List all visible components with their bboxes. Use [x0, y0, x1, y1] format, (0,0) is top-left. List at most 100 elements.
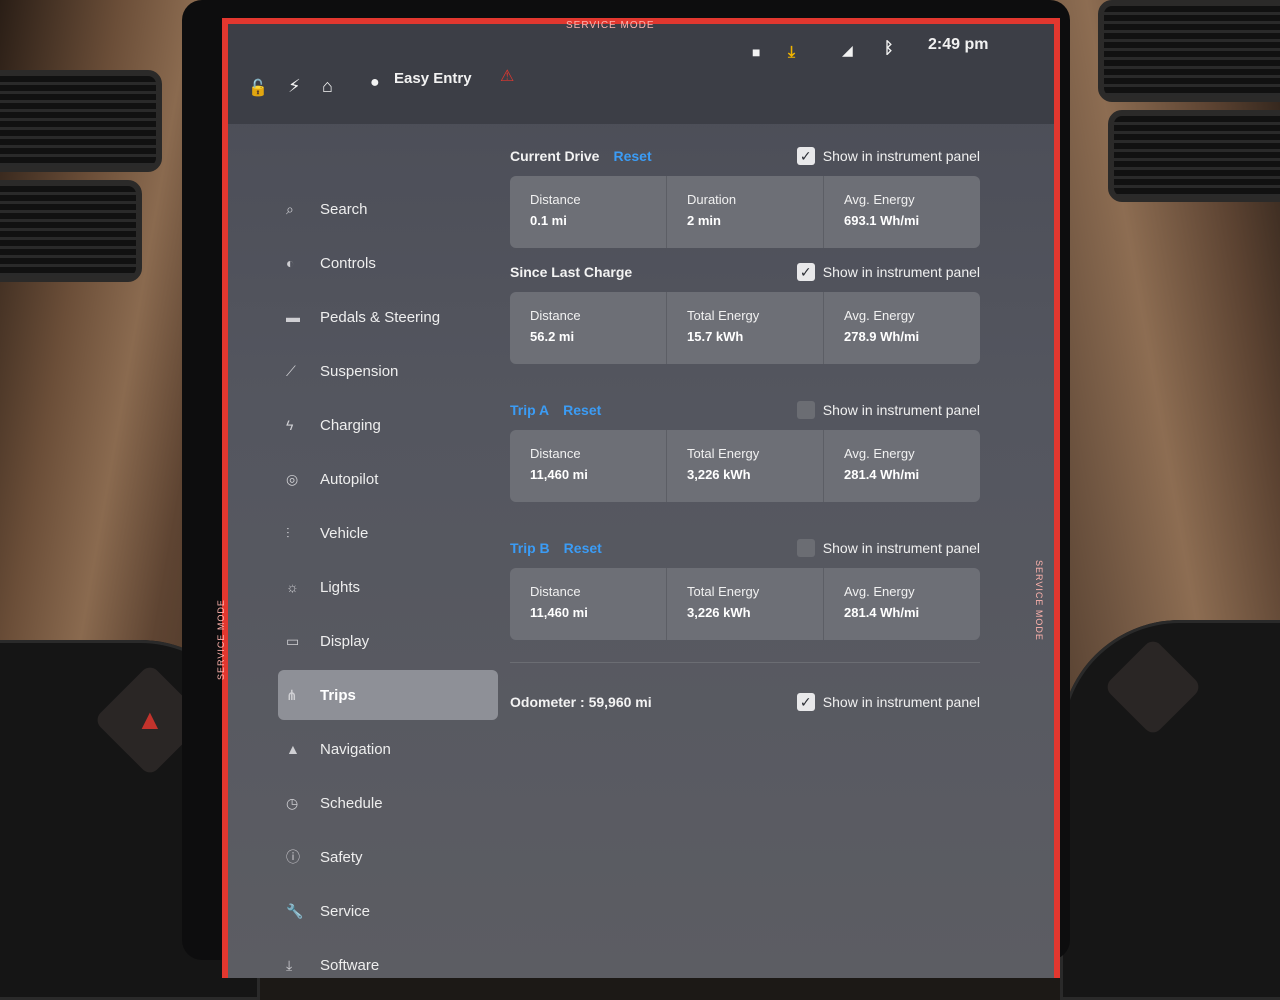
service-mode-label: SERVICE MODE: [216, 599, 226, 680]
checkbox-label: Show in instrument panel: [822, 694, 980, 710]
no-signal-icon: ◢: [842, 42, 853, 58]
stat-label: Distance: [530, 192, 581, 207]
stat-cell: Avg. Energy 278.9 Wh/mi: [824, 292, 980, 364]
camera-icon[interactable]: ■: [752, 44, 760, 60]
sidebar-item-trips[interactable]: ⋔ Trips: [278, 670, 498, 720]
reset-button[interactable]: Reset: [563, 402, 601, 418]
show-in-panel-checkbox[interactable]: ✓ Show in instrument panel: [796, 147, 980, 165]
sidebar-item-suspension[interactable]: ⟋ Suspension: [278, 346, 498, 396]
checkbox-label: Show in instrument panel: [822, 148, 980, 164]
checkbox-box: [796, 539, 815, 557]
touchscreen: 🔓 ⚡ ⌂ ● Easy Entry ⚠ ■ ⤓ ◢ ᛒ 2:49 pm ⌕ Se…: [222, 18, 1060, 978]
stat-value: 0.1 mi: [530, 213, 567, 228]
stat-label: Total Energy: [687, 308, 760, 323]
reset-button[interactable]: Reset: [613, 148, 651, 164]
info-icon: ⓘ: [286, 849, 300, 865]
sidebar-item-lights[interactable]: ☼ Lights: [278, 562, 498, 612]
stat-label: Total Energy: [687, 446, 760, 461]
sidebar-item-label: Trips: [320, 686, 356, 704]
current-drive-card: Distance 0.1 mi Duration 2 min Avg. Energy…: [510, 176, 980, 248]
sun-icon: ☼: [286, 579, 299, 595]
sidebar-item-schedule[interactable]: ◷ Schedule: [278, 778, 498, 828]
sidebar-item-label: Software: [320, 956, 380, 974]
trip-a-card: Distance 11,460 mi Total Energy 3,226 kWh …: [510, 430, 980, 502]
bolt-icon: ϟ: [286, 417, 294, 433]
sidebar-item-label: Lights: [320, 578, 361, 596]
download-icon[interactable]: ⤓: [788, 44, 795, 62]
checkbox-label: Show in instrument panel: [822, 540, 980, 556]
wrench-icon: ⟋: [286, 362, 296, 379]
stat-cell: Total Energy 3,226 kWh: [667, 568, 824, 640]
checkbox-label: Show in instrument panel: [822, 402, 980, 418]
stat-label: Total Energy: [687, 584, 760, 599]
stat-value: 11,460 mi: [530, 605, 588, 620]
warning-icon[interactable]: ⚠: [500, 66, 514, 86]
stat-cell: Total Energy 3,226 kWh: [667, 430, 824, 502]
stat-cell: Avg. Energy 693.1 Wh/mi: [824, 176, 980, 248]
sidebar-item-safety[interactable]: ⓘ Safety: [278, 832, 498, 882]
steering-wheel-icon: ◎: [286, 470, 299, 487]
stat-label: Distance: [530, 308, 581, 323]
person-icon: ●: [370, 74, 380, 91]
sidebar-item-pedals-steering[interactable]: ▬ Pedals & Steering: [278, 292, 498, 342]
sidebar-item-label: Navigation: [320, 740, 391, 758]
stat-label: Avg. Energy: [844, 192, 915, 207]
show-in-panel-checkbox[interactable]: Show in instrument panel: [796, 401, 980, 419]
service-mode-label: SERVICE MODE: [1034, 560, 1044, 641]
stat-cell: Duration 2 min: [667, 176, 824, 248]
air-vent: [1108, 110, 1280, 202]
sidebar-item-label: Safety: [320, 848, 363, 866]
checkbox-box: [796, 401, 815, 419]
stat-label: Distance: [530, 446, 581, 461]
sidebar-item-vehicle[interactable]: ⫶ Vehicle: [278, 508, 498, 558]
air-vent: [0, 180, 142, 282]
sidebar-item-label: Controls: [320, 254, 376, 272]
air-vent: [0, 70, 162, 172]
stat-value: 278.9 Wh/mi: [844, 329, 920, 344]
checkmark-icon: ✓: [796, 263, 815, 281]
show-in-panel-checkbox[interactable]: ✓ Show in instrument panel: [796, 263, 980, 281]
show-in-panel-checkbox[interactable]: Show in instrument panel: [796, 539, 980, 557]
settings-sidebar: ⌕ Search ◐ Controls ▬ Pedals & Steering ⟋ Su…: [278, 184, 498, 978]
clock-icon: ◷: [286, 794, 299, 811]
sidebar-item-label: Display: [320, 632, 370, 650]
home-icon[interactable]: ⌂: [322, 76, 333, 97]
sliders-icon: ⫶: [286, 524, 290, 541]
sidebar-item-label: Service: [320, 902, 371, 920]
show-in-panel-checkbox[interactable]: ✓ Show in instrument panel: [796, 693, 980, 711]
section-title: Current Drive: [510, 148, 600, 164]
trip-b-card: Distance 11,460 mi Total Energy 3,226 kWh …: [510, 568, 980, 640]
stat-label: Avg. Energy: [844, 584, 915, 599]
lock-icon[interactable]: 🔓: [248, 78, 268, 98]
sidebar-item-controls[interactable]: ◐ Controls: [278, 238, 498, 288]
display-icon: ▭: [286, 632, 300, 649]
stat-value: 281.4 Wh/mi: [844, 467, 920, 482]
bluetooth-icon[interactable]: ᛒ: [884, 40, 894, 58]
since-last-charge-card: Distance 56.2 mi Total Energy 15.7 kWh Avg…: [510, 292, 980, 364]
toggle-icon: ◐: [286, 255, 295, 271]
sidebar-item-service[interactable]: 🔧 Service: [278, 886, 498, 936]
hazard-icon: ▲: [136, 704, 164, 735]
profile-name[interactable]: Easy Entry: [394, 70, 472, 87]
sidebar-item-charging[interactable]: ϟ Charging: [278, 400, 498, 450]
wrench-icon: 🔧: [286, 902, 304, 919]
odometer-row: Odometer : 59,960 mi ✓ Show in instrumen…: [510, 693, 980, 711]
stat-value: 15.7 kWh: [687, 329, 744, 344]
sidebar-item-software[interactable]: ⤓ Software: [278, 940, 498, 978]
reset-button[interactable]: Reset: [564, 540, 602, 556]
sidebar-item-label: Vehicle: [320, 524, 369, 542]
bolt-icon[interactable]: ⚡: [288, 76, 301, 97]
sidebar-item-display[interactable]: ▭ Display: [278, 616, 498, 666]
stat-label: Distance: [530, 584, 581, 599]
sidebar-item-autopilot[interactable]: ◎ Autopilot: [278, 454, 498, 504]
stat-cell: Distance 56.2 mi: [510, 292, 667, 364]
sidebar-item-search[interactable]: ⌕ Search: [278, 184, 498, 234]
service-mode-label: SERVICE MODE: [566, 20, 655, 31]
stat-cell: Distance 11,460 mi: [510, 568, 667, 640]
stat-value: 56.2 mi: [530, 329, 575, 344]
section-title: Since Last Charge: [510, 264, 633, 280]
sidebar-item-navigation[interactable]: ▲ Navigation: [278, 724, 498, 774]
search-icon: ⌕: [286, 200, 294, 217]
divider: [510, 662, 980, 663]
air-vent: [1098, 0, 1280, 102]
